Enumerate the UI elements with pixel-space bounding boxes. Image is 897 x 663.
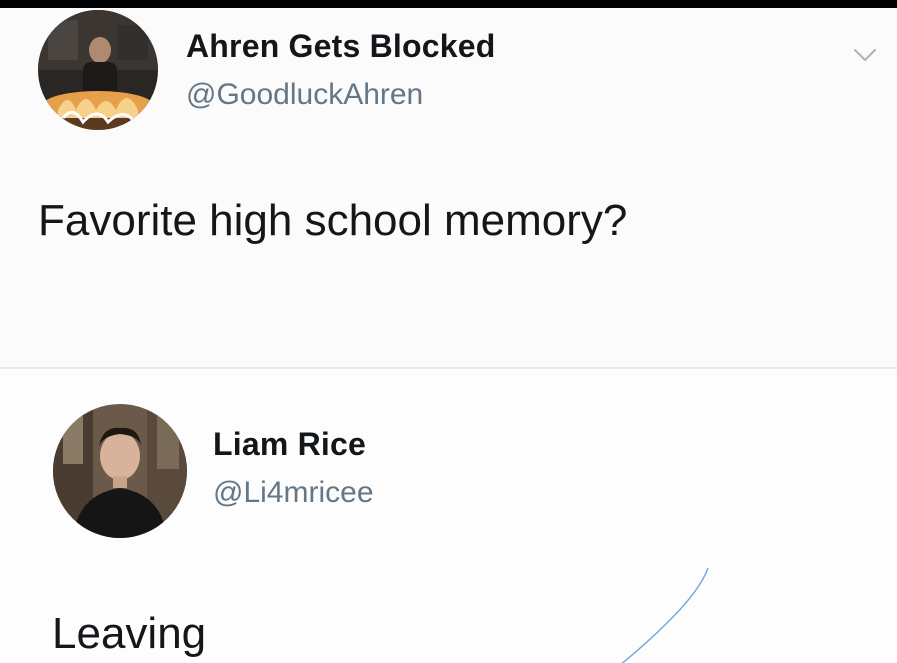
tweet-card[interactable]: Liam Rice @Li4mricee Leaving — [0, 369, 897, 663]
avatar-photo-icon — [53, 404, 187, 538]
tweet-text: Leaving — [52, 609, 207, 658]
stray-line-artifact — [621, 567, 709, 663]
avatar-photo-icon — [38, 10, 158, 130]
user-handle[interactable]: @Li4mricee — [213, 476, 374, 510]
avatar[interactable] — [53, 404, 187, 538]
screenshot-page: Ahren Gets Blocked @GoodluckAhren Favori… — [0, 0, 897, 663]
tweet-text: Favorite high school memory? — [38, 196, 628, 245]
chevron-down-icon[interactable] — [852, 46, 878, 64]
top-edge-bar — [0, 0, 897, 8]
avatar[interactable] — [38, 10, 158, 130]
tweet-card[interactable]: Ahren Gets Blocked @GoodluckAhren Favori… — [0, 8, 897, 368]
display-name[interactable]: Ahren Gets Blocked — [186, 28, 495, 65]
display-name[interactable]: Liam Rice — [213, 426, 366, 463]
user-handle[interactable]: @GoodluckAhren — [186, 78, 423, 112]
